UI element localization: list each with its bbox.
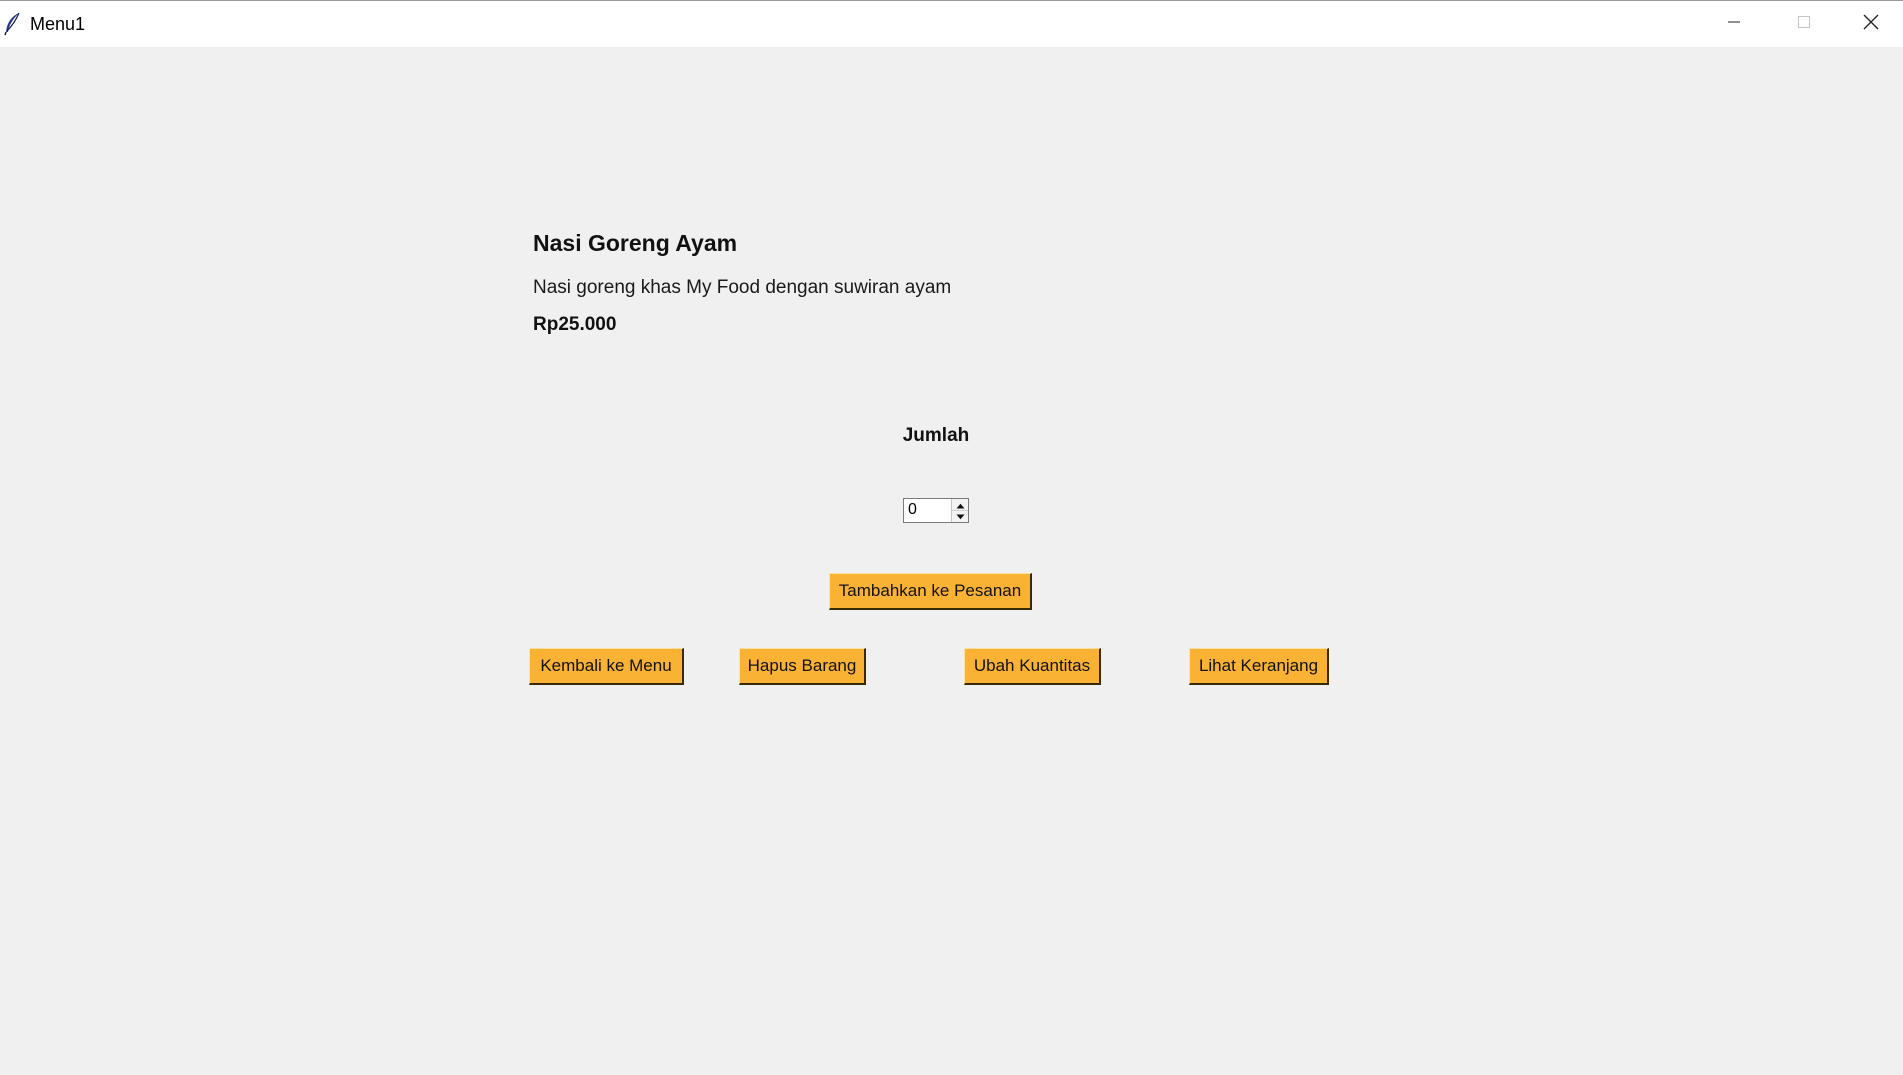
remove-item-button[interactable]: Hapus Barang (739, 648, 866, 685)
spin-buttons (951, 499, 968, 522)
feather-icon (4, 12, 22, 36)
arrow-down-icon (956, 507, 965, 525)
spin-down-button[interactable] (952, 510, 968, 521)
window-title: Menu1 (30, 14, 86, 34)
item-price: Rp25.000 (533, 314, 617, 335)
app-window: Menu1 Nasi Goreng Ayam Nasi goreng khas … (0, 0, 1903, 1075)
title-bar[interactable]: Menu1 (0, 0, 1903, 47)
minimize-button[interactable] (1699, 1, 1769, 47)
view-cart-button[interactable]: Lihat Keranjang (1189, 648, 1329, 685)
quantity-label: Jumlah (902, 425, 970, 446)
quantity-value[interactable]: 0 (908, 501, 917, 519)
back-to-menu-button[interactable]: Kembali ke Menu (529, 648, 684, 685)
minimize-icon (1726, 14, 1742, 35)
close-button[interactable] (1839, 1, 1903, 47)
item-name: Nasi Goreng Ayam (533, 230, 738, 256)
item-description: Nasi goreng khas My Food dengan suwiran … (533, 277, 952, 298)
add-to-order-button[interactable]: Tambahkan ke Pesanan (829, 573, 1032, 610)
quantity-spinbox[interactable]: 0 (903, 498, 969, 523)
close-icon (1862, 13, 1880, 36)
maximize-button[interactable] (1769, 1, 1839, 47)
maximize-icon (1796, 14, 1812, 35)
change-quantity-button[interactable]: Ubah Kuantitas (964, 648, 1101, 685)
